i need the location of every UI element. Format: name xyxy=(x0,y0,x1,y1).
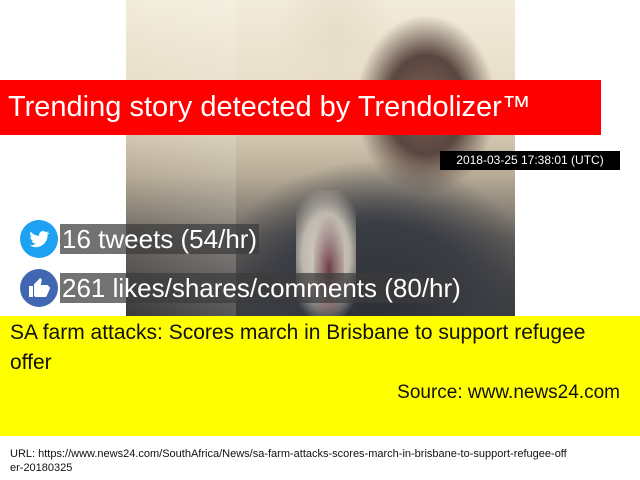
likes-count: 261 likes/shares/comments (80/hr) xyxy=(60,273,463,303)
tweets-count: 16 tweets (54/hr) xyxy=(60,224,260,254)
twitter-bird-icon xyxy=(20,220,58,258)
photo-blur-left xyxy=(126,0,236,316)
thumbs-up-icon xyxy=(20,269,58,307)
detected-timestamp: 2018-03-25 17:38:01 (UTC) xyxy=(440,151,620,170)
article-url[interactable]: URL: https://www.news24.com/SouthAfrica/… xyxy=(10,447,570,475)
article-headline[interactable]: SA farm attacks: Scores march in Brisban… xyxy=(10,318,620,378)
article-source[interactable]: Source: www.news24.com xyxy=(397,381,620,405)
trending-banner: Trending story detected by Trendolizer™ xyxy=(0,80,601,135)
